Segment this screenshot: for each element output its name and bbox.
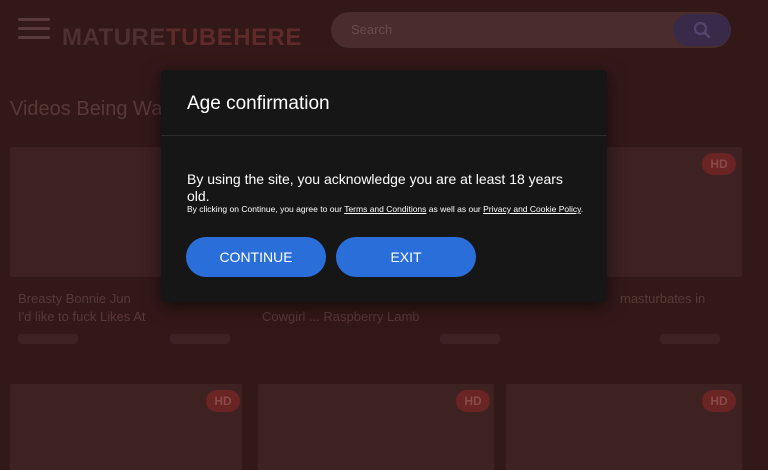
- exit-button[interactable]: EXIT: [336, 237, 476, 277]
- legal-prefix: By clicking on Continue, you agree to ou…: [187, 204, 345, 214]
- video-thumbnail[interactable]: HD: [506, 384, 742, 470]
- site-logo[interactable]: MATURETUBEHERE: [62, 24, 302, 52]
- video-meta: [440, 334, 500, 344]
- hd-badge: HD: [206, 390, 240, 412]
- modal-legal-text: By clicking on Continue, you agree to ou…: [187, 204, 587, 215]
- age-confirmation-modal: Age confirmation By using the site, you …: [161, 70, 607, 302]
- video-title[interactable]: masturbates in: [620, 290, 705, 308]
- modal-header: Age confirmation: [161, 70, 607, 136]
- logo-accent: TUBEHERE: [165, 24, 302, 51]
- video-meta: [18, 334, 78, 344]
- search-placeholder: Search: [351, 22, 393, 37]
- video-title[interactable]: Breasty Bonnie Jun I'd like to fuck Like…: [18, 290, 146, 326]
- search-input[interactable]: Search: [331, 12, 731, 48]
- search-button[interactable]: [673, 14, 731, 46]
- terms-link[interactable]: Terms and Conditions: [344, 204, 426, 214]
- search-icon: [693, 21, 711, 39]
- modal-body-text: By using the site, you acknowledge you a…: [187, 171, 563, 204]
- video-meta: [660, 334, 720, 344]
- video-thumbnail[interactable]: HD: [258, 384, 494, 470]
- privacy-link[interactable]: Privacy and Cookie Policy: [483, 204, 581, 214]
- video-thumbnail[interactable]: HD: [10, 384, 242, 470]
- legal-middle: as well as our: [426, 204, 484, 214]
- video-title[interactable]: Cowgirl ... Raspberry Lamb: [262, 308, 420, 326]
- hd-badge: HD: [702, 390, 736, 412]
- legal-suffix: .: [580, 204, 584, 214]
- video-title-line: I'd like to fuck Likes At: [18, 309, 146, 324]
- modal-title: Age confirmation: [187, 93, 330, 114]
- video-title-line: Breasty Bonnie Jun: [18, 291, 131, 306]
- menu-icon[interactable]: [18, 18, 50, 40]
- logo-main: MATURE: [62, 24, 166, 51]
- site-header: MATURETUBEHERE Search: [0, 0, 768, 62]
- section-title: Videos Being Wa: [10, 98, 163, 120]
- hd-badge: HD: [702, 153, 736, 175]
- hd-badge: HD: [456, 390, 490, 412]
- continue-button[interactable]: CONTINUE: [186, 237, 326, 277]
- video-meta: [170, 334, 230, 344]
